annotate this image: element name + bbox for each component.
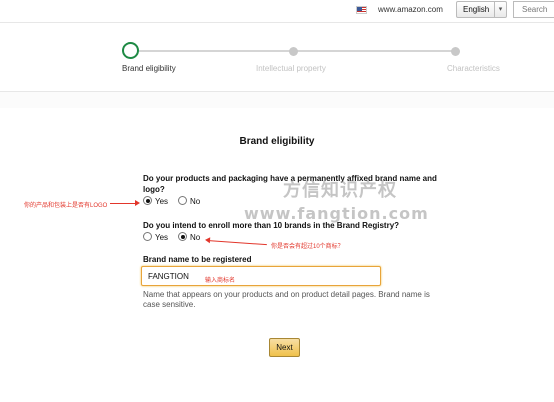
annotation-arrow-right-icon [110, 200, 140, 206]
chevron-down-icon[interactable]: ▾ [494, 2, 506, 17]
watermark-chinese: 方信知识产权 [283, 180, 397, 201]
radio-logo-yes-label: Yes [155, 197, 169, 206]
step-label-intellectual-property: Intellectual property [256, 64, 326, 73]
next-button[interactable]: Next [269, 338, 300, 357]
radio-enroll-yes[interactable]: Yes [143, 232, 168, 242]
brand-name-field[interactable]: FANGTION [141, 266, 381, 286]
step-label-characteristics: Characteristics [447, 64, 500, 73]
stepper-line [297, 50, 452, 52]
step-label-brand-eligibility: Brand eligibility [122, 64, 176, 73]
radio-selected-icon[interactable] [143, 196, 152, 205]
radio-unselected-icon[interactable] [178, 196, 187, 205]
step-marker-intellectual-property [289, 47, 298, 56]
brand-name-hint-line1: Name that appears on your products and o… [143, 290, 430, 299]
brand-name-value: FANGTION [148, 272, 189, 281]
step-marker-brand-eligibility [122, 42, 139, 59]
annotation-input-note: 输入商标名 [205, 278, 236, 284]
language-value: English [463, 5, 490, 14]
radio-unselected-icon[interactable] [143, 232, 152, 241]
top-bar: www.amazon.com English ▾ Search [0, 0, 554, 22]
radio-enroll-yes-label: Yes [155, 233, 169, 242]
radio-selected-icon[interactable] [178, 232, 187, 241]
site-url[interactable]: www.amazon.com [378, 5, 443, 14]
us-flag-icon [356, 6, 367, 14]
radio-enroll-no[interactable]: No [178, 232, 200, 242]
brand-name-label: Brand name to be registered [143, 255, 252, 264]
radio-logo-no-label: No [190, 197, 201, 206]
annotation-arrow-left-icon [206, 240, 267, 246]
radio-logo-yes[interactable]: Yes [143, 196, 168, 206]
progress-stepper: Brand eligibility Intellectual property … [0, 22, 554, 92]
brand-name-hint-line2: case sensitive. [143, 300, 196, 309]
annotation-brands-note: 你是否会有超过10个商标？ [271, 244, 344, 250]
divider-band [0, 92, 554, 108]
radio-enroll-no-label: No [190, 233, 201, 242]
watermark-url: www.fangtion.com [244, 204, 429, 223]
language-select[interactable]: English ▾ [456, 1, 507, 18]
stepper-line [139, 50, 290, 52]
annotation-logo-note: 你的产品和包装上是否有LOGO [24, 203, 108, 209]
step-marker-characteristics [451, 47, 460, 56]
page-title: Brand eligibility [239, 136, 315, 147]
radio-logo-no[interactable]: No [178, 196, 200, 206]
brand-name-hint: Name that appears on your products and o… [143, 290, 443, 310]
search-input[interactable]: Search [513, 1, 554, 18]
